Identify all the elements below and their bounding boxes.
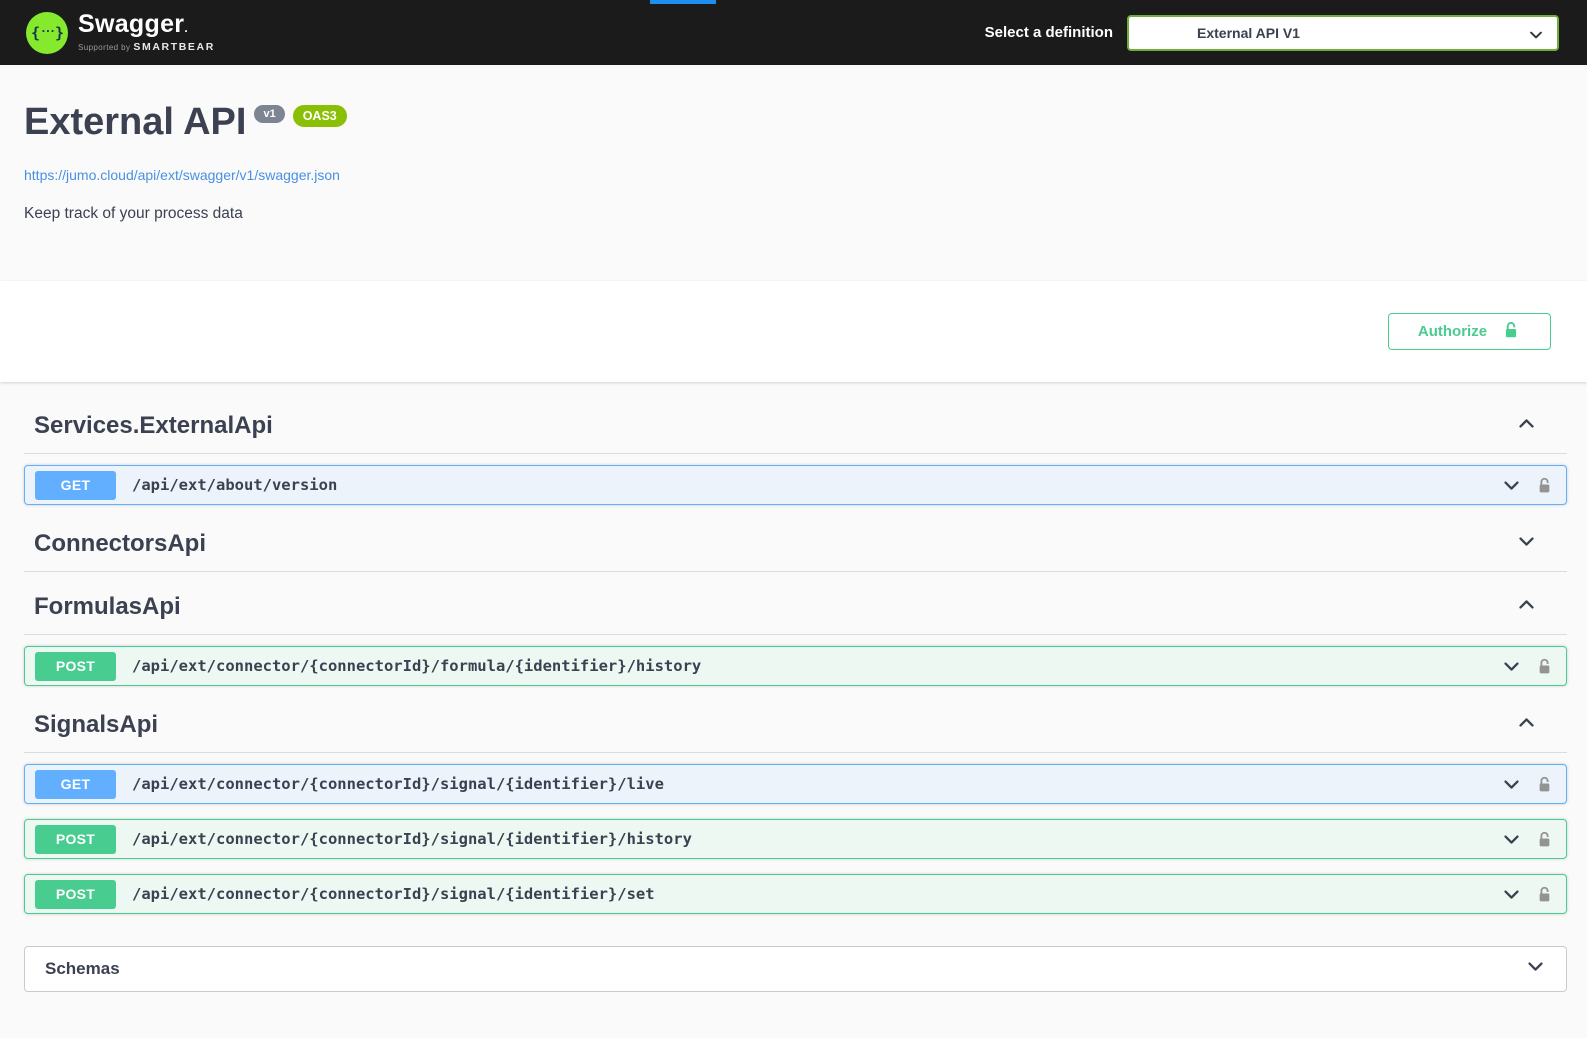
topbar: {···} Swagger. Supported bySMARTBEAR Sel… xyxy=(0,0,1587,65)
authorize-label: Authorize xyxy=(1418,323,1487,340)
accent-strip xyxy=(650,0,716,4)
tag-section-services-externalapi: Services.ExternalApi GET /api/ext/about/… xyxy=(24,402,1567,505)
lock-open-icon[interactable] xyxy=(1535,775,1554,794)
definition-select-value: External API V1 xyxy=(1197,25,1300,41)
oas3-badge: OAS3 xyxy=(293,105,347,127)
operation-path: /api/ext/connector/{connectorId}/formula… xyxy=(132,657,1501,675)
version-badge: v1 xyxy=(254,105,284,123)
chevron-down-icon[interactable] xyxy=(1501,656,1522,677)
operation-row[interactable]: GET /api/ext/connector/{connectorId}/sig… xyxy=(24,764,1567,804)
lock-open-icon[interactable] xyxy=(1535,657,1554,676)
chevron-down-icon[interactable] xyxy=(1525,956,1546,982)
info-section: External API v1 OAS3 https://jumo.cloud/… xyxy=(0,65,1587,281)
api-description: Keep track of your process data xyxy=(24,205,1563,223)
chevron-up-icon[interactable] xyxy=(1516,712,1537,738)
operation-row[interactable]: GET /api/ext/about/version xyxy=(24,465,1567,505)
lock-open-icon[interactable] xyxy=(1535,830,1554,849)
tag-section-connectorsapi: ConnectorsApi xyxy=(24,520,1567,572)
supported-by: Supported bySMARTBEAR xyxy=(78,41,215,53)
smartbear-wordmark: SMARTBEAR xyxy=(133,41,214,53)
tag-section-signalsapi: SignalsApi GET /api/ext/connector/{conne… xyxy=(24,701,1567,914)
method-badge: POST xyxy=(35,880,116,909)
tag-header-signalsapi[interactable]: SignalsApi xyxy=(24,701,1567,753)
lock-open-icon[interactable] xyxy=(1535,885,1554,904)
tag-title: FormulasApi xyxy=(34,593,181,621)
chevron-up-icon[interactable] xyxy=(1516,413,1537,439)
scheme-container: Authorize xyxy=(0,281,1587,382)
select-definition-label: Select a definition xyxy=(985,24,1113,41)
operation-row[interactable]: POST /api/ext/connector/{connectorId}/si… xyxy=(24,819,1567,859)
schemas-title: Schemas xyxy=(45,959,120,979)
page-title: External API xyxy=(24,101,246,143)
operation-row[interactable]: POST /api/ext/connector/{connectorId}/si… xyxy=(24,874,1567,914)
chevron-down-icon[interactable] xyxy=(1501,774,1522,795)
swagger-logo-link[interactable]: {···} Swagger. Supported bySMARTBEAR xyxy=(26,12,215,54)
brand-trademark-dot: . xyxy=(184,21,188,35)
swagger-logo-icon: {···} xyxy=(26,12,68,54)
operation-path: /api/ext/connector/{connectorId}/signal/… xyxy=(132,830,1501,848)
brand-name: Swagger. xyxy=(78,12,215,40)
unlock-icon xyxy=(1501,320,1521,344)
method-badge: GET xyxy=(35,770,116,799)
chevron-down-icon[interactable] xyxy=(1501,829,1522,850)
tag-header-formulasapi[interactable]: FormulasApi xyxy=(24,583,1567,635)
tag-title: Services.ExternalApi xyxy=(34,412,273,440)
definition-select[interactable]: External API V1 xyxy=(1127,15,1559,51)
lock-open-icon[interactable] xyxy=(1535,476,1554,495)
authorize-button[interactable]: Authorize xyxy=(1388,313,1551,350)
operation-path: /api/ext/connector/{connectorId}/signal/… xyxy=(132,775,1501,793)
method-badge: POST xyxy=(35,825,116,854)
tag-title: ConnectorsApi xyxy=(34,530,206,558)
tag-header-connectorsapi[interactable]: ConnectorsApi xyxy=(24,520,1567,572)
operation-path: /api/ext/about/version xyxy=(132,476,1501,494)
operations-list: Services.ExternalApi GET /api/ext/about/… xyxy=(0,382,1587,992)
operation-path: /api/ext/connector/{connectorId}/signal/… xyxy=(132,885,1501,903)
chevron-down-icon[interactable] xyxy=(1501,884,1522,905)
chevron-down-icon[interactable] xyxy=(1516,531,1537,557)
schemas-section-header[interactable]: Schemas xyxy=(24,946,1567,992)
chevron-up-icon[interactable] xyxy=(1516,594,1537,620)
tag-section-formulasapi: FormulasApi POST /api/ext/connector/{con… xyxy=(24,583,1567,686)
spec-url-link[interactable]: https://jumo.cloud/api/ext/swagger/v1/sw… xyxy=(24,167,340,183)
method-badge: GET xyxy=(35,471,116,500)
chevron-down-icon[interactable] xyxy=(1501,475,1522,496)
tag-title: SignalsApi xyxy=(34,711,158,739)
method-badge: POST xyxy=(35,652,116,681)
tag-header-services-externalapi[interactable]: Services.ExternalApi xyxy=(24,402,1567,454)
operation-row[interactable]: POST /api/ext/connector/{connectorId}/fo… xyxy=(24,646,1567,686)
